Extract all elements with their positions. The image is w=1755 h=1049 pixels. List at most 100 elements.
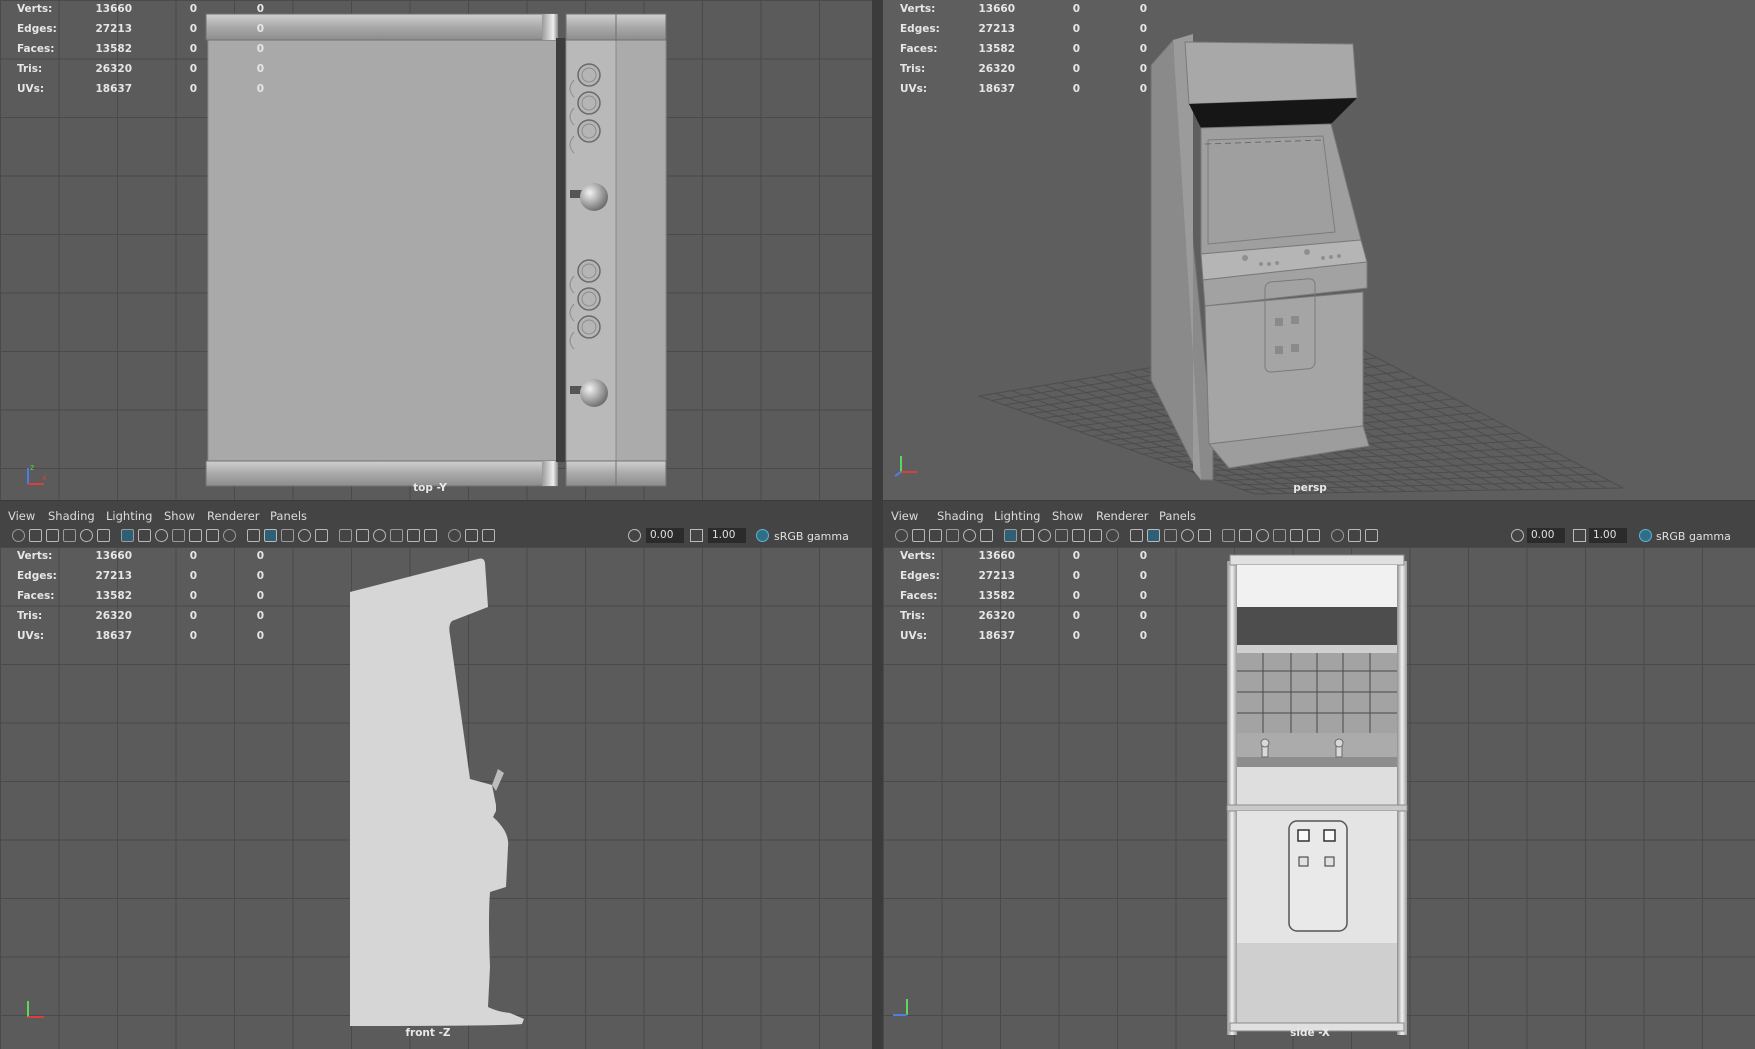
arcade-model-side-view[interactable] bbox=[883, 547, 1755, 1049]
hud-uvs-sel2: 0 bbox=[1139, 630, 1147, 642]
gamma-icon[interactable] bbox=[690, 529, 703, 542]
camera-icon[interactable] bbox=[12, 529, 25, 542]
gate-mask-icon[interactable] bbox=[172, 529, 185, 542]
exposure-icon[interactable] bbox=[1511, 529, 1524, 542]
use-lights-icon[interactable] bbox=[356, 529, 369, 542]
hud-verts-label: Verts: bbox=[17, 550, 53, 562]
2d-pan-icon[interactable] bbox=[97, 529, 110, 542]
motion-blur-icon[interactable] bbox=[1290, 529, 1303, 542]
image-plane-icon[interactable] bbox=[63, 529, 76, 542]
smooth-shade-icon[interactable] bbox=[264, 529, 277, 542]
hud-icon[interactable] bbox=[482, 529, 495, 542]
exposure-icon[interactable] bbox=[628, 529, 641, 542]
anti-alias-icon[interactable] bbox=[1307, 529, 1320, 542]
resolution-gate-icon[interactable] bbox=[1038, 529, 1051, 542]
menu-view[interactable]: View bbox=[8, 509, 35, 523]
depth-of-field-icon[interactable] bbox=[1348, 529, 1361, 542]
menu-renderer[interactable]: Renderer bbox=[1096, 509, 1149, 523]
grease-pencil-icon[interactable] bbox=[963, 529, 976, 542]
hud-verts-sel2: 0 bbox=[256, 3, 264, 15]
menu-panels[interactable]: Panels bbox=[270, 509, 307, 523]
film-gate-icon[interactable] bbox=[138, 529, 151, 542]
perspective-scene[interactable] bbox=[883, 0, 1755, 500]
menu-lighting[interactable]: Lighting bbox=[994, 509, 1040, 523]
hud-uvs-sel: 0 bbox=[189, 83, 197, 95]
grease-pencil-icon[interactable] bbox=[80, 529, 93, 542]
menu-view[interactable]: View bbox=[891, 509, 918, 523]
grid-icon[interactable] bbox=[1004, 529, 1017, 542]
menu-panels[interactable]: Panels bbox=[1159, 509, 1196, 523]
isolate-select-icon[interactable] bbox=[448, 529, 461, 542]
safe-title-icon[interactable] bbox=[1106, 529, 1119, 542]
wireframe-icon[interactable] bbox=[1130, 529, 1143, 542]
gamma-field[interactable]: 1.00 bbox=[708, 528, 746, 543]
field-chart-icon[interactable] bbox=[1072, 529, 1085, 542]
menu-show[interactable]: Show bbox=[164, 509, 195, 523]
viewport-top[interactable]: Verts: 13660 0 0 Edges: 27213 0 0 Faces: 13582 0… bbox=[0, 0, 872, 500]
viewport-splitter-vertical[interactable] bbox=[872, 0, 883, 1049]
grid-icon[interactable] bbox=[121, 529, 134, 542]
film-gate-icon[interactable] bbox=[1021, 529, 1034, 542]
hud-verts-sel2: 0 bbox=[1139, 550, 1147, 562]
bookmark-icon[interactable] bbox=[929, 529, 942, 542]
hud-uvs-value: 18637 bbox=[95, 630, 132, 642]
shadows-icon[interactable] bbox=[1256, 529, 1269, 542]
hud-uvs-sel2: 0 bbox=[256, 83, 264, 95]
hud-tris-sel: 0 bbox=[1072, 610, 1080, 622]
camera-icon[interactable] bbox=[895, 529, 908, 542]
smooth-shade-icon[interactable] bbox=[1147, 529, 1160, 542]
exposure-field[interactable]: 0.00 bbox=[646, 528, 684, 543]
color-space-label[interactable]: sRGB gamma bbox=[774, 530, 849, 543]
anti-alias-icon[interactable] bbox=[424, 529, 437, 542]
color-management-icon[interactable] bbox=[1639, 529, 1652, 542]
gamma-field[interactable]: 1.00 bbox=[1589, 528, 1627, 543]
ambient-occlusion-icon[interactable] bbox=[1273, 529, 1286, 542]
depth-of-field-icon[interactable] bbox=[465, 529, 478, 542]
arcade-model-top-view[interactable] bbox=[0, 0, 872, 500]
hud-faces-sel: 0 bbox=[189, 590, 197, 602]
default-material-icon[interactable] bbox=[281, 529, 294, 542]
wireframe-icon[interactable] bbox=[247, 529, 260, 542]
wireframe-on-shaded-icon[interactable] bbox=[1181, 529, 1194, 542]
motion-blur-icon[interactable] bbox=[407, 529, 420, 542]
menu-show[interactable]: Show bbox=[1052, 509, 1083, 523]
gamma-icon[interactable] bbox=[1573, 529, 1586, 542]
xray-icon[interactable] bbox=[1198, 529, 1211, 542]
safe-action-icon[interactable] bbox=[1089, 529, 1102, 542]
safe-action-icon[interactable] bbox=[206, 529, 219, 542]
default-material-icon[interactable] bbox=[1164, 529, 1177, 542]
hud-icon[interactable] bbox=[1365, 529, 1378, 542]
bookmark-icon[interactable] bbox=[46, 529, 59, 542]
xray-joints-icon[interactable] bbox=[339, 529, 352, 542]
isolate-select-icon[interactable] bbox=[1331, 529, 1344, 542]
menu-shading[interactable]: Shading bbox=[48, 509, 95, 523]
xray-joints-icon[interactable] bbox=[1222, 529, 1235, 542]
hud-verts-label: Verts: bbox=[900, 3, 936, 15]
hud-tris-label: Tris: bbox=[900, 63, 926, 75]
resolution-gate-icon[interactable] bbox=[155, 529, 168, 542]
menu-lighting[interactable]: Lighting bbox=[106, 509, 152, 523]
wireframe-on-shaded-icon[interactable] bbox=[298, 529, 311, 542]
field-chart-icon[interactable] bbox=[189, 529, 202, 542]
axis-gizmo: z x bbox=[27, 463, 47, 485]
viewport-front[interactable]: Verts: 13660 0 0 Edges: 27213 0 0 Faces: 13582 0… bbox=[0, 547, 872, 1049]
safe-title-icon[interactable] bbox=[223, 529, 236, 542]
hud-tris-sel: 0 bbox=[1072, 63, 1080, 75]
camera-attr-icon[interactable] bbox=[912, 529, 925, 542]
image-plane-icon[interactable] bbox=[946, 529, 959, 542]
camera-attr-icon[interactable] bbox=[29, 529, 42, 542]
color-management-icon[interactable] bbox=[756, 529, 769, 542]
2d-pan-icon[interactable] bbox=[980, 529, 993, 542]
viewport-persp[interactable]: Verts: 13660 0 0 Edges: 27213 0 0 Faces: 13582 0… bbox=[883, 0, 1755, 500]
color-space-label[interactable]: sRGB gamma bbox=[1656, 530, 1731, 543]
menu-shading[interactable]: Shading bbox=[937, 509, 984, 523]
use-lights-icon[interactable] bbox=[1239, 529, 1252, 542]
xray-icon[interactable] bbox=[315, 529, 328, 542]
shadows-icon[interactable] bbox=[373, 529, 386, 542]
exposure-field[interactable]: 0.00 bbox=[1527, 528, 1565, 543]
gate-mask-icon[interactable] bbox=[1055, 529, 1068, 542]
menu-renderer[interactable]: Renderer bbox=[207, 509, 260, 523]
arcade-model-front-silhouette[interactable] bbox=[0, 547, 872, 1049]
ambient-occlusion-icon[interactable] bbox=[390, 529, 403, 542]
viewport-side[interactable]: Verts: 13660 0 0 Edges: 27213 0 0 Faces: 13582 0… bbox=[883, 547, 1755, 1049]
